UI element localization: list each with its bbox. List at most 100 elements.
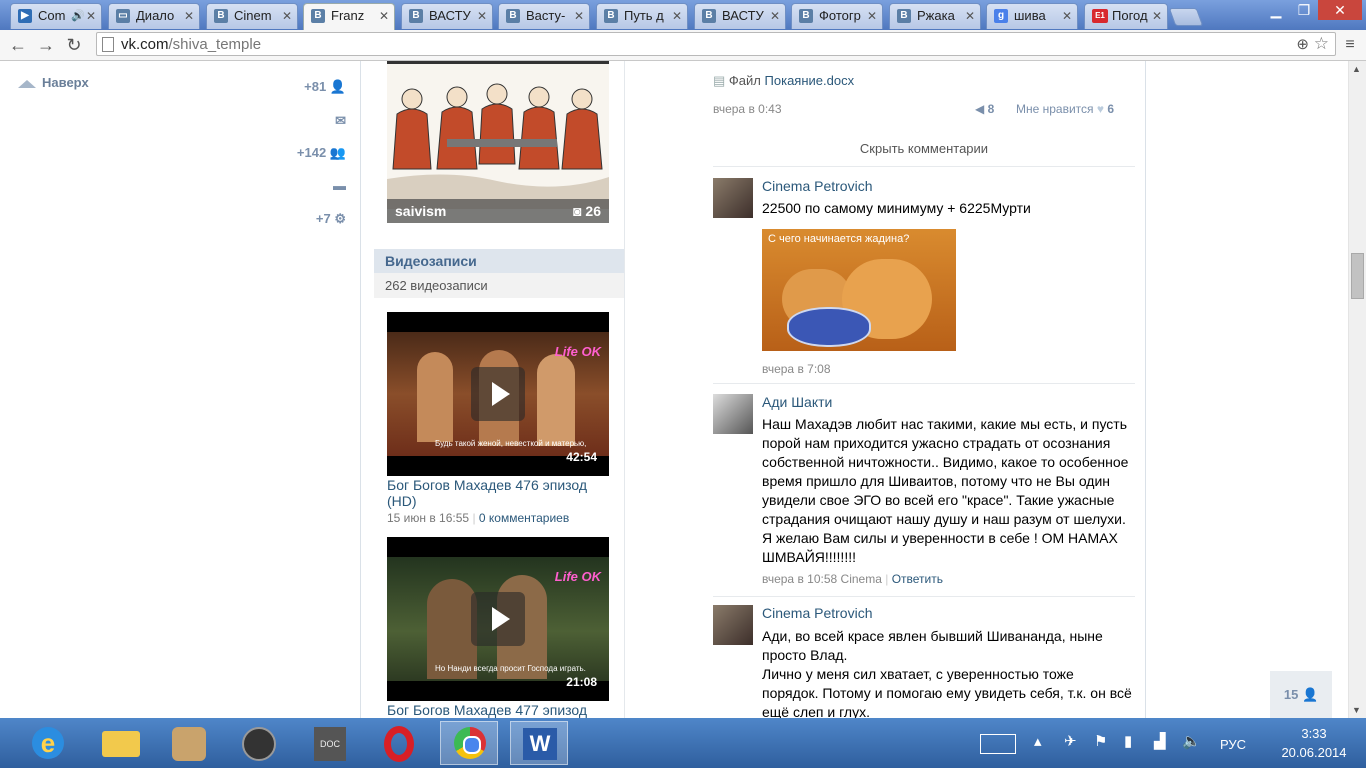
notif-groups-counter[interactable]: +142 👥: [297, 145, 346, 161]
network-app-icon[interactable]: ✈: [1064, 732, 1077, 750]
clock[interactable]: 3:33 20.06.2014: [1278, 724, 1350, 762]
videos-count[interactable]: 262 видеозаписи: [374, 273, 624, 298]
hide-comments-button[interactable]: Скрыть комментарии: [713, 141, 1135, 156]
scrollbar[interactable]: ▲ ▼: [1348, 61, 1366, 718]
address-bar[interactable]: vk.com/shiva_temple ⊕ ☆: [96, 32, 1336, 56]
repost-button[interactable]: ◀ 8: [975, 102, 994, 116]
battery-icon[interactable]: ▮: [1124, 732, 1132, 750]
language-indicator[interactable]: РУС: [1220, 737, 1246, 752]
tab-6[interactable]: B Путь д ✕: [596, 3, 688, 29]
scroll-to-top-button[interactable]: Наверх: [18, 75, 89, 90]
close-icon[interactable]: ✕: [86, 4, 96, 28]
play-icon[interactable]: [471, 592, 525, 646]
file-link[interactable]: Покаяние.docx: [765, 73, 855, 88]
play-icon[interactable]: [471, 367, 525, 421]
tab-5[interactable]: B Васту- ✕: [498, 3, 590, 29]
video-title-link[interactable]: Бог Богов Махадев 477 эпизод: [387, 702, 609, 718]
close-icon[interactable]: ✕: [184, 4, 194, 28]
avatar[interactable]: [713, 605, 753, 645]
tab-7[interactable]: B ВАСТУ ✕: [694, 3, 786, 29]
chevron-up-icon[interactable]: ▴: [1034, 732, 1042, 750]
avatar[interactable]: [713, 178, 753, 218]
close-icon[interactable]: ✕: [1152, 4, 1162, 28]
comment-image[interactable]: С чего начинается жадина?: [762, 229, 956, 351]
mini-chat-button[interactable]: 15 👤: [1270, 671, 1332, 718]
separator: [713, 596, 1135, 597]
new-tab-button[interactable]: [1168, 8, 1204, 26]
notif-messages[interactable]: ✉: [335, 113, 346, 129]
close-icon[interactable]: ✕: [282, 4, 292, 28]
post-time[interactable]: вчера в 0:43: [713, 102, 782, 116]
close-icon[interactable]: ✕: [965, 4, 975, 28]
photo-album[interactable]: saivism ◙ 26: [387, 61, 609, 223]
notif-chat[interactable]: ▬: [333, 178, 346, 193]
chrome-icon[interactable]: [440, 721, 498, 765]
comment-author-link[interactable]: Cinema Petrovich: [762, 178, 873, 194]
opera-icon[interactable]: [370, 721, 428, 765]
comment-date[interactable]: вчера в 10:58: [762, 572, 837, 586]
megaphone-icon: ◀: [975, 102, 985, 116]
reply-link[interactable]: Ответить: [892, 572, 943, 586]
close-icon[interactable]: ✕: [574, 4, 584, 28]
video-thumbnail[interactable]: Life OK Будь такой женой, невесткой и ма…: [387, 312, 609, 476]
video-duration: 21:08: [566, 675, 597, 689]
tab-2[interactable]: B Cinem ✕: [206, 3, 298, 29]
video-thumbnail[interactable]: Life OK Но Нанди всегда просит Господа и…: [387, 537, 609, 701]
scroll-down-icon[interactable]: ▼: [1352, 705, 1361, 715]
url-text: vk.com/shiva_temple: [121, 36, 261, 53]
comment-author-link[interactable]: Cinema Petrovich: [762, 605, 873, 621]
video-title-link[interactable]: Бог Богов Махадев 476 эпизод (HD): [387, 477, 609, 509]
explorer-icon[interactable]: [92, 721, 150, 765]
keyboard-icon[interactable]: [980, 734, 1016, 754]
comment-date[interactable]: вчера в 7:08: [762, 362, 831, 376]
close-icon[interactable]: ✕: [770, 4, 780, 28]
tab-9[interactable]: B Ржака ✕: [889, 3, 981, 29]
tab-10[interactable]: g шива ✕: [986, 3, 1078, 29]
bookmark-star-icon[interactable]: ☆: [1314, 34, 1329, 54]
video-comments-link[interactable]: 0 комментариев: [479, 511, 569, 525]
attached-file: ▤ Файл Покаяние.docx: [713, 73, 854, 89]
notif-friends-counter[interactable]: +81 👤: [304, 79, 346, 95]
ie-icon[interactable]: e: [20, 721, 78, 765]
tab-label: Путь д: [624, 8, 664, 23]
tab-8[interactable]: B Фотогр ✕: [791, 3, 883, 29]
close-icon[interactable]: ✕: [379, 4, 389, 28]
signal-icon[interactable]: ▟: [1154, 732, 1166, 750]
close-window-button[interactable]: ✕: [1318, 0, 1362, 20]
video-subtitle: Но Нанди всегда просит Господа играть.: [435, 664, 586, 673]
channel-logo: Life OK: [554, 569, 601, 584]
videos-header[interactable]: Видеозаписи: [374, 249, 624, 273]
maximize-button[interactable]: ❐: [1290, 0, 1318, 20]
speaker-icon: 🔊: [71, 10, 85, 22]
minimize-button[interactable]: ▁: [1262, 0, 1290, 20]
reload-button[interactable]: ↻: [62, 33, 86, 57]
avatar[interactable]: [713, 394, 753, 434]
tab-11[interactable]: E1 Погод ✕: [1084, 3, 1168, 29]
chat-icon: ▭: [116, 9, 130, 23]
close-icon[interactable]: ✕: [477, 4, 487, 28]
zoom-icon[interactable]: ⊕: [1296, 35, 1309, 53]
comment-author-link[interactable]: Ади Шакти: [762, 394, 832, 410]
gallery-icon[interactable]: [160, 721, 218, 765]
reply-to-name[interactable]: Cinema: [841, 572, 882, 586]
tab-4[interactable]: B ВАСТУ ✕: [401, 3, 493, 29]
menu-icon[interactable]: ≡: [1338, 33, 1362, 57]
notif-settings-counter[interactable]: +7 ⚙: [316, 211, 346, 227]
volume-icon[interactable]: 🔈: [1182, 732, 1201, 750]
forward-button[interactable]: →: [34, 33, 58, 57]
vk-icon: B: [799, 9, 813, 23]
scroll-up-icon[interactable]: ▲: [1352, 64, 1361, 74]
close-icon[interactable]: ✕: [1062, 4, 1072, 28]
tab-0[interactable]: ▶ Com 🔊 ✕: [10, 3, 102, 29]
like-button[interactable]: Мне нравится ♥ 6: [1016, 102, 1114, 116]
tab-1[interactable]: ▭ Диало ✕: [108, 3, 200, 29]
scrollbar-thumb[interactable]: [1351, 253, 1364, 299]
flag-icon[interactable]: ⚑: [1094, 732, 1107, 750]
close-icon[interactable]: ✕: [672, 4, 682, 28]
tab-3[interactable]: B Franz ✕: [303, 3, 395, 30]
speaker-icon[interactable]: [230, 721, 288, 765]
back-button[interactable]: ←: [6, 33, 30, 57]
word-icon[interactable]: W: [510, 721, 568, 765]
doc-icon[interactable]: DOC: [300, 721, 358, 765]
close-icon[interactable]: ✕: [867, 4, 877, 28]
